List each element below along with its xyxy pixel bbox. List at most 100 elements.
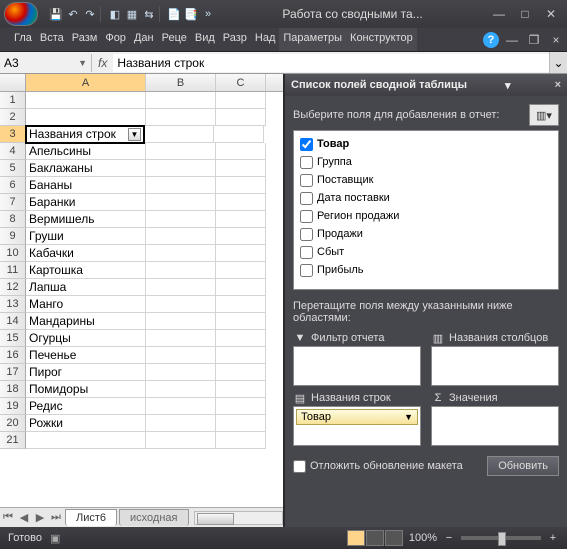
row-header[interactable]: 13 <box>0 296 26 313</box>
cell[interactable]: Лапша <box>26 279 146 296</box>
close-button[interactable]: ✕ <box>539 5 563 23</box>
row-header[interactable]: 14 <box>0 313 26 330</box>
column-header[interactable]: A <box>26 74 146 91</box>
horizontal-scrollbar[interactable] <box>194 511 284 525</box>
view-normal-button[interactable] <box>347 530 365 546</box>
field-item[interactable]: Прибыль <box>300 261 552 279</box>
cell[interactable] <box>146 398 216 415</box>
row-header[interactable]: 21 <box>0 432 26 449</box>
row-header[interactable]: 10 <box>0 245 26 262</box>
help-icon[interactable]: ? <box>483 32 499 48</box>
cell[interactable]: Вермишель <box>26 211 146 228</box>
formula-input[interactable] <box>113 54 549 72</box>
row-header[interactable]: 3 <box>0 126 26 143</box>
zoom-in-button[interactable]: + <box>547 532 559 544</box>
cell[interactable]: Рожки <box>26 415 146 432</box>
cell[interactable] <box>216 143 266 160</box>
chevron-down-icon[interactable]: ▾ <box>505 79 511 92</box>
cell[interactable] <box>146 364 216 381</box>
mdi-minimize-button[interactable]: — <box>503 31 521 49</box>
filter-area-box[interactable] <box>293 346 421 386</box>
row-header[interactable]: 2 <box>0 109 26 126</box>
maximize-button[interactable]: □ <box>513 5 537 23</box>
cell[interactable]: Мандарины <box>26 313 146 330</box>
cell[interactable] <box>216 381 266 398</box>
sheet-tab-active[interactable]: Лист6 <box>65 509 117 526</box>
values-area-box[interactable] <box>431 406 559 446</box>
tab-nav-first-icon[interactable]: ⏮ <box>0 511 16 524</box>
row-header[interactable]: 7 <box>0 194 26 211</box>
filter-dropdown-button[interactable]: ▼ <box>128 128 141 141</box>
defer-update-checkbox[interactable]: Отложить обновление макета <box>293 460 463 473</box>
field-checkbox[interactable] <box>300 264 313 277</box>
redo-icon[interactable]: ↷ <box>82 6 98 22</box>
cell[interactable] <box>146 296 216 313</box>
cell[interactable] <box>146 143 216 160</box>
cell[interactable]: Огурцы <box>26 330 146 347</box>
cell[interactable] <box>216 347 266 364</box>
ribbon-tab[interactable]: Вста <box>36 28 68 51</box>
rows-area-item[interactable]: Товар ▼ <box>296 409 418 425</box>
cell[interactable] <box>216 398 266 415</box>
field-item[interactable]: Сбыт <box>300 243 552 261</box>
view-page-layout-button[interactable] <box>366 530 384 546</box>
field-item[interactable]: Поставщик <box>300 171 552 189</box>
zoom-level-label[interactable]: 100% <box>409 532 437 544</box>
qat-icon[interactable]: 📑 <box>183 6 199 22</box>
cell[interactable] <box>216 160 266 177</box>
cell[interactable] <box>146 245 216 262</box>
row-header[interactable]: 15 <box>0 330 26 347</box>
qat-more-icon[interactable]: » <box>200 6 216 22</box>
cell[interactable]: Названия строк▼ <box>25 125 145 144</box>
select-all-corner[interactable] <box>0 74 26 91</box>
cell[interactable]: Кабачки <box>26 245 146 262</box>
column-header[interactable]: C <box>216 74 266 91</box>
cell[interactable] <box>144 126 214 143</box>
field-checkbox[interactable] <box>300 156 313 169</box>
cell[interactable] <box>146 228 216 245</box>
cell[interactable] <box>146 330 216 347</box>
cell[interactable]: Баклажаны <box>26 160 146 177</box>
cell[interactable]: Редис <box>26 398 146 415</box>
tab-nav-prev-icon[interactable]: ◀ <box>16 511 32 524</box>
cell[interactable] <box>146 194 216 211</box>
cell[interactable] <box>26 432 146 449</box>
field-checkbox[interactable] <box>300 192 313 205</box>
ribbon-tab[interactable]: Разр <box>219 28 251 51</box>
row-header[interactable]: 11 <box>0 262 26 279</box>
qat-icon[interactable]: ◧ <box>107 6 123 22</box>
tab-nav-next-icon[interactable]: ▶ <box>32 511 48 524</box>
fx-button[interactable]: fx <box>92 56 113 70</box>
row-header[interactable]: 5 <box>0 160 26 177</box>
mdi-restore-button[interactable]: ❐ <box>525 31 543 49</box>
save-icon[interactable]: 💾 <box>48 6 64 22</box>
cell[interactable] <box>216 245 266 262</box>
field-checkbox[interactable] <box>300 174 313 187</box>
cell[interactable] <box>146 211 216 228</box>
ribbon-contextual-tab[interactable]: Конструктор <box>346 28 417 51</box>
field-checkbox[interactable] <box>300 246 313 259</box>
ribbon-tab[interactable]: Гла <box>10 28 36 51</box>
cell[interactable]: Помидоры <box>26 381 146 398</box>
cell[interactable]: Манго <box>26 296 146 313</box>
name-box[interactable]: ▼ <box>0 54 92 72</box>
row-header[interactable]: 6 <box>0 177 26 194</box>
expand-formula-bar-button[interactable]: ⌄ <box>549 52 567 73</box>
cell[interactable]: Апельсины <box>26 143 146 160</box>
column-header[interactable]: B <box>146 74 216 91</box>
qat-icon[interactable]: ⇆ <box>141 6 157 22</box>
cell[interactable] <box>216 211 266 228</box>
field-item[interactable]: Продажи <box>300 225 552 243</box>
cell[interactable] <box>26 92 146 109</box>
tab-nav-last-icon[interactable]: ⏭ <box>48 511 64 524</box>
cell[interactable] <box>146 160 216 177</box>
cell[interactable] <box>146 415 216 432</box>
cell[interactable] <box>146 381 216 398</box>
rows-area-box[interactable]: Товар ▼ <box>293 406 421 446</box>
zoom-out-button[interactable]: − <box>443 532 455 544</box>
zoom-slider[interactable] <box>461 536 541 540</box>
cell[interactable] <box>216 109 266 126</box>
cell[interactable] <box>146 262 216 279</box>
row-header[interactable]: 12 <box>0 279 26 296</box>
name-box-input[interactable] <box>4 56 64 70</box>
